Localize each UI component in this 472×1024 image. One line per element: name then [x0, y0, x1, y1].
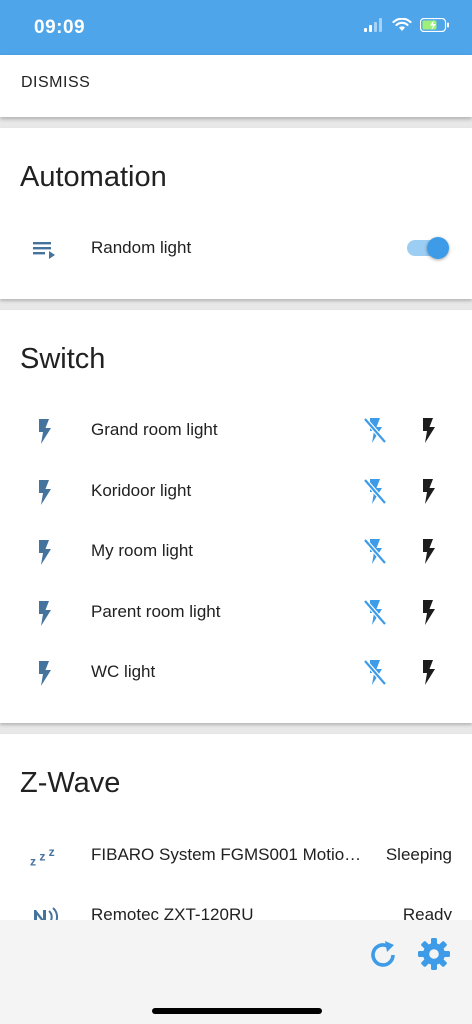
playlist-play-icon: [33, 242, 55, 259]
toggle-thumb: [427, 237, 449, 259]
automation-row[interactable]: Random light: [0, 223, 472, 273]
flash-on-icon[interactable]: [416, 598, 440, 626]
switch-label: Grand room light: [91, 420, 218, 439]
flash-off-icon[interactable]: [362, 658, 388, 686]
wifi-icon: [392, 18, 412, 31]
switch-label: Koridoor light: [91, 481, 192, 500]
status-icons: [364, 18, 450, 32]
zwave-label: FIBARO System FGMS001 Motio…: [91, 845, 362, 864]
sleep-icon: z z z: [30, 845, 55, 868]
zwave-card: Z-Wave z z z FIBARO System FGMS001 Motio…: [0, 734, 472, 934]
card-title: Automation: [20, 161, 167, 193]
switch-row: Grand room light: [0, 405, 472, 455]
flash-on-icon[interactable]: [416, 658, 440, 686]
flash-off-icon[interactable]: [362, 477, 388, 505]
switch-label: Parent room light: [91, 602, 221, 621]
flash-icon: [39, 601, 51, 626]
refresh-icon[interactable]: [366, 938, 400, 972]
card-title: Switch: [20, 343, 106, 375]
switch-row: Parent room light: [0, 587, 472, 637]
card-title: Z-Wave: [20, 767, 121, 799]
flash-icon: [39, 480, 51, 505]
switch-row: My room light: [0, 526, 472, 576]
svg-text:z: z: [49, 845, 55, 859]
flash-icon: [39, 661, 51, 686]
zwave-row[interactable]: z z z FIBARO System FGMS001 Motio… Sleep…: [0, 830, 472, 880]
switch-card: Switch Grand room light Koridoor light M…: [0, 310, 472, 723]
bottom-bar: [0, 920, 472, 1024]
automation-label: Random light: [91, 238, 192, 257]
switch-row: Koridoor light: [0, 466, 472, 516]
flash-off-icon[interactable]: [362, 537, 388, 565]
status-time: 09:09: [34, 17, 86, 38]
battery-icon: [420, 18, 449, 32]
svg-text:z: z: [30, 854, 36, 868]
flash-icon: [39, 540, 51, 565]
dismiss-bar: DISMISS: [0, 55, 472, 117]
switch-label: WC light: [91, 662, 156, 681]
gear-icon[interactable]: [416, 936, 452, 972]
flash-on-icon[interactable]: [416, 477, 440, 505]
dismiss-button[interactable]: DISMISS: [21, 74, 90, 92]
flash-on-icon[interactable]: [416, 537, 440, 565]
status-bar: 09:09: [0, 0, 472, 55]
switch-row: WC light: [0, 647, 472, 697]
flash-on-icon[interactable]: [416, 416, 440, 444]
switch-label: My room light: [91, 541, 194, 560]
signal-icon: [364, 18, 382, 32]
automation-toggle[interactable]: [405, 237, 453, 259]
automation-card: Automation Random light: [0, 128, 472, 299]
flash-icon: [39, 419, 51, 444]
svg-text:z: z: [39, 850, 45, 864]
zwave-state: Sleeping: [385, 845, 452, 864]
flash-off-icon[interactable]: [362, 598, 388, 626]
home-indicator: [152, 1008, 322, 1014]
flash-off-icon[interactable]: [362, 416, 388, 444]
